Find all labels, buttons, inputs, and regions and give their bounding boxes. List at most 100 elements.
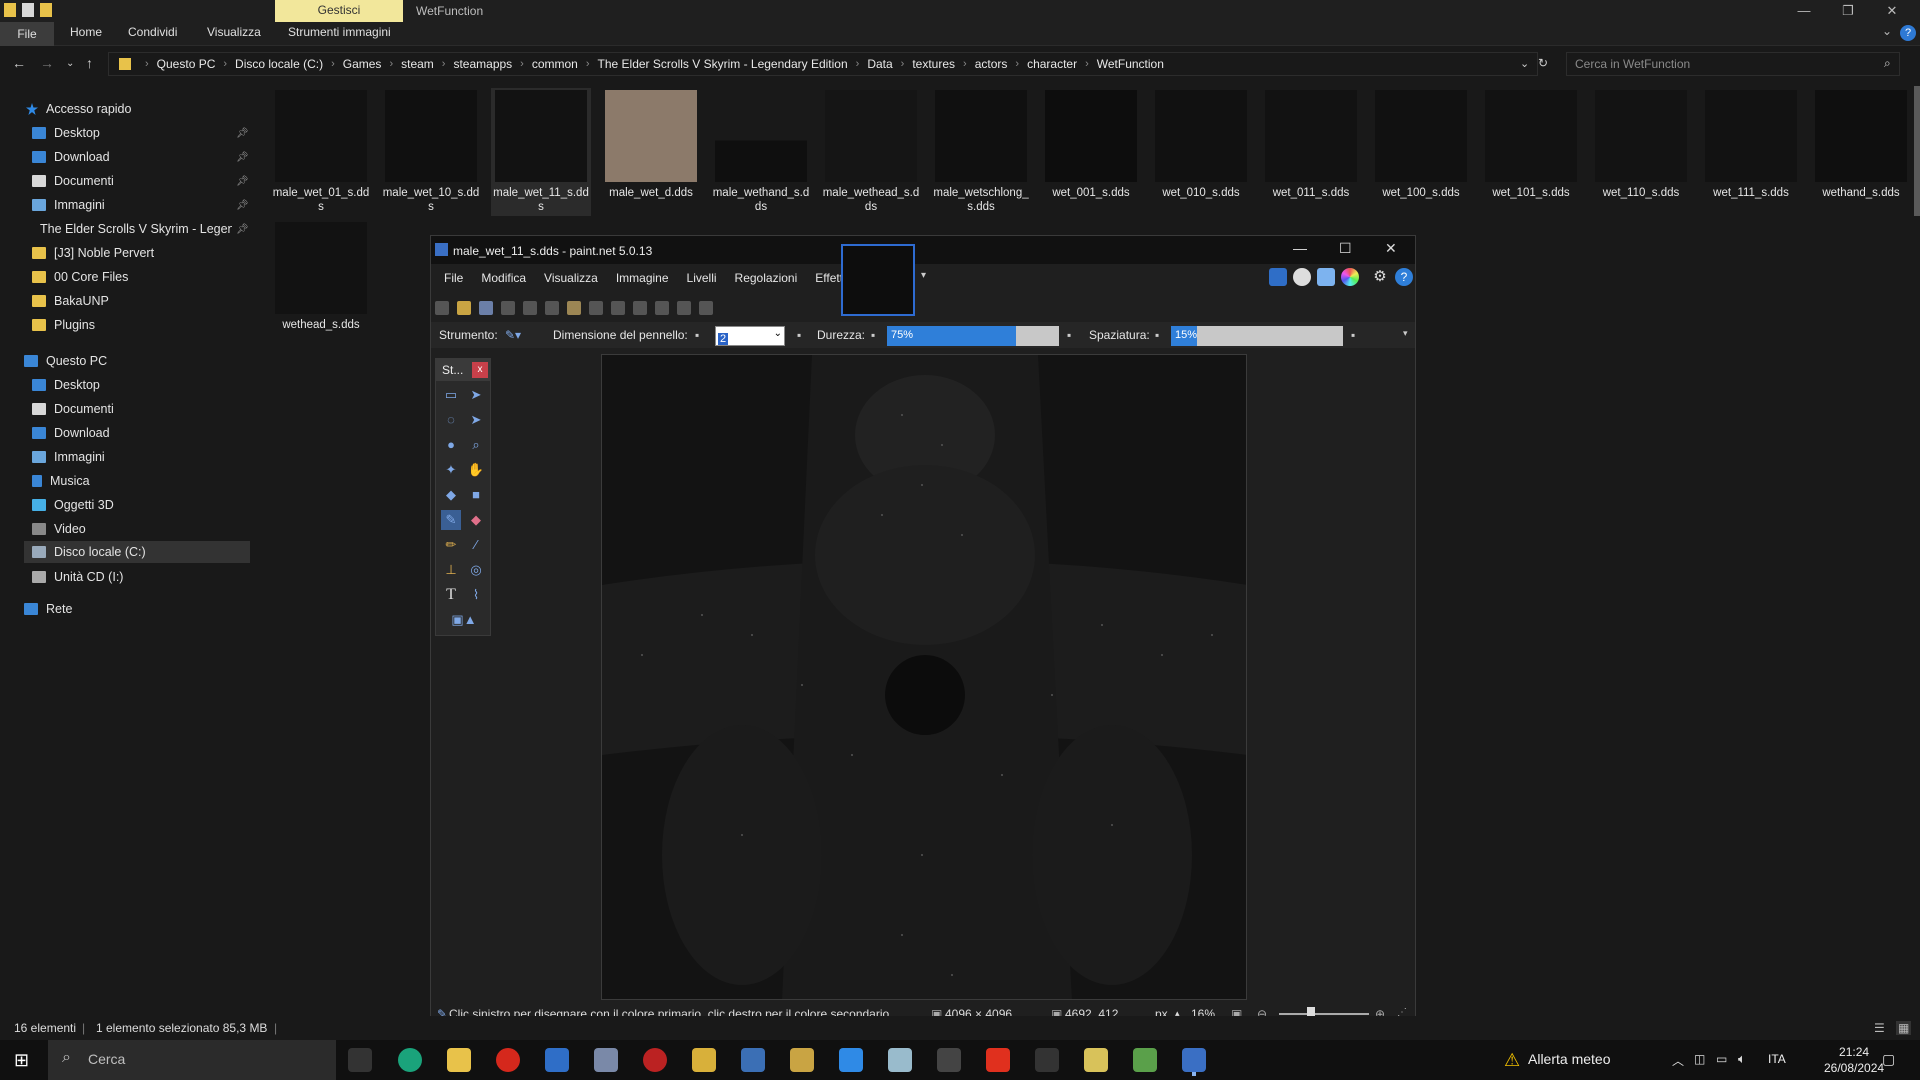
save-icon[interactable] [479,301,493,315]
shapes-icon[interactable]: ▣▲ [446,610,482,630]
app-icon[interactable] [1035,1048,1059,1072]
windows-start-icon[interactable]: ⊞ [14,1050,29,1071]
nav-this-pc[interactable]: Questo PC [24,350,107,372]
file-item[interactable]: wet_101_s.dds [1481,90,1581,200]
print-icon[interactable] [501,301,515,315]
help-icon[interactable]: ? [1900,25,1916,41]
nav-pc-3d-objects[interactable]: Oggetti 3D [32,494,252,516]
opera-icon[interactable] [496,1048,520,1072]
restore-icon[interactable]: ❐ [1834,3,1862,19]
breadcrumb-item[interactable]: steamapps [453,57,512,71]
copy-icon[interactable] [545,301,559,315]
paintbrush-tool-icon[interactable]: ✎ [441,510,461,530]
ruler-icon[interactable] [699,301,713,315]
close-icon[interactable]: ✕ [1878,3,1906,19]
image-list-dropdown-icon[interactable]: ▾ [921,270,926,281]
zoom-slider[interactable] [1279,1013,1369,1015]
forward-icon[interactable]: → [40,55,54,71]
nav-item-plugins[interactable]: Plugins [32,314,252,336]
breadcrumb-item[interactable]: character [1027,57,1077,71]
app-icon[interactable] [937,1048,961,1072]
undo-icon[interactable] [633,301,647,315]
increase-icon[interactable]: ▪ [1067,328,1071,342]
menu-image[interactable]: Immagine [607,268,678,290]
nav-pc-download[interactable]: Download [32,422,252,444]
new-icon[interactable] [435,301,449,315]
folder-icon[interactable] [4,3,16,17]
taskbar-clock[interactable]: 21:24 26/08/2024 [1824,1044,1884,1076]
paint-bucket-icon[interactable]: ◆ [441,485,461,505]
refresh-icon[interactable]: ↻ [1538,56,1548,70]
context-tab-manage[interactable]: Gestisci [275,0,403,22]
increase-icon[interactable]: ▪ [797,328,801,342]
breadcrumb-item[interactable]: Disco locale (C:) [235,57,323,71]
decrease-icon[interactable]: ▪ [695,328,699,342]
file-item[interactable]: male_wetschlong_s.dds [931,90,1031,214]
chevron-down-icon[interactable]: ⌄ [774,328,782,339]
app-icon[interactable] [594,1048,618,1072]
breadcrumb-item[interactable]: Questo PC [157,57,216,71]
file-item[interactable]: wethand_s.dds [1811,90,1911,200]
properties-icon[interactable] [22,3,34,17]
nav-item-documents[interactable]: Documenti [32,170,252,192]
tools-window-icon[interactable] [1269,268,1287,286]
file-item[interactable]: wet_010_s.dds [1151,90,1251,200]
weather-alert-icon[interactable]: ⚠ [1504,1050,1520,1071]
app-icon[interactable] [986,1048,1010,1072]
breadcrumb[interactable]: › Questo PC › Disco locale (C:) › Games › s… [108,52,1538,76]
gradient-icon[interactable]: ■ [466,485,486,505]
ellipse-select-icon[interactable]: ● [441,435,461,455]
app-icon[interactable] [888,1048,912,1072]
minimize-icon[interactable]: — [1790,3,1818,18]
tray-icon[interactable]: ◫ [1694,1052,1705,1066]
nav-pc-desktop[interactable]: Desktop [32,374,252,396]
breadcrumb-item[interactable]: common [532,57,578,71]
back-icon[interactable]: ← [12,55,26,71]
nav-quick-access[interactable]: Accesso rapido [26,98,131,120]
breadcrumb-item[interactable]: Data [867,57,892,71]
rectangle-select-icon[interactable]: ▭ [441,385,461,405]
colors-window-icon[interactable] [1341,268,1359,286]
app-icon[interactable] [1133,1048,1157,1072]
file-item-selected[interactable]: male_wet_11_s.dds [491,88,591,216]
collapse-ribbon-icon[interactable]: ⌄ [1882,24,1892,38]
text-tool-icon[interactable]: T [441,585,461,605]
image-canvas[interactable] [601,354,1247,1000]
redo-icon[interactable] [655,301,669,315]
help-icon[interactable]: ? [1395,268,1413,286]
tab-file[interactable]: File [0,22,54,46]
open-icon[interactable] [457,301,471,315]
network-icon[interactable]: ▭ [1716,1052,1727,1066]
weather-alert[interactable]: Allerta meteo [1528,1051,1610,1067]
chevron-up-icon[interactable]: ︿ [1672,1052,1684,1069]
menu-adjustments[interactable]: Regolazioni [726,268,807,290]
notifications-icon[interactable]: ▢ [1882,1051,1895,1068]
eraser-icon[interactable]: ◆ [466,510,486,530]
nav-item-skyrim[interactable]: The Elder Scrolls V Skyrim - Legendary E… [32,218,232,240]
new-folder-icon[interactable] [40,3,52,17]
app-icon[interactable] [545,1048,569,1072]
deselect-icon[interactable] [611,301,625,315]
app-icon[interactable] [1084,1048,1108,1072]
file-item[interactable]: wet_110_s.dds [1591,90,1691,200]
breadcrumb-item[interactable]: Games [343,57,382,71]
tab-home[interactable]: Home [70,25,102,39]
app-icon[interactable] [692,1048,716,1072]
file-item[interactable]: wet_011_s.dds [1261,90,1361,200]
search-icon[interactable]: ⌕ [1884,56,1891,71]
color-picker-icon[interactable]: ⁄ [466,535,486,555]
breadcrumb-item[interactable]: steam [401,57,434,71]
details-view-icon[interactable]: ☰ [1874,1021,1885,1035]
crop-icon[interactable] [589,301,603,315]
history-window-icon[interactable] [1293,268,1311,286]
hardness-slider[interactable]: 75% [887,326,1059,346]
file-item[interactable]: male_wethead_s.dds [821,90,921,214]
large-icons-view-icon[interactable]: ▦ [1896,1021,1912,1035]
nav-pc-cd-drive[interactable]: Unità CD (I:) [32,566,252,588]
tab-view[interactable]: Visualizza [207,25,261,39]
spacing-slider[interactable]: 15% [1171,326,1343,346]
up-icon[interactable]: ↑ [86,55,93,71]
pencil-icon[interactable]: ✏ [441,535,461,555]
app-icon[interactable] [643,1048,667,1072]
nav-pc-music[interactable]: Musica [32,470,252,492]
